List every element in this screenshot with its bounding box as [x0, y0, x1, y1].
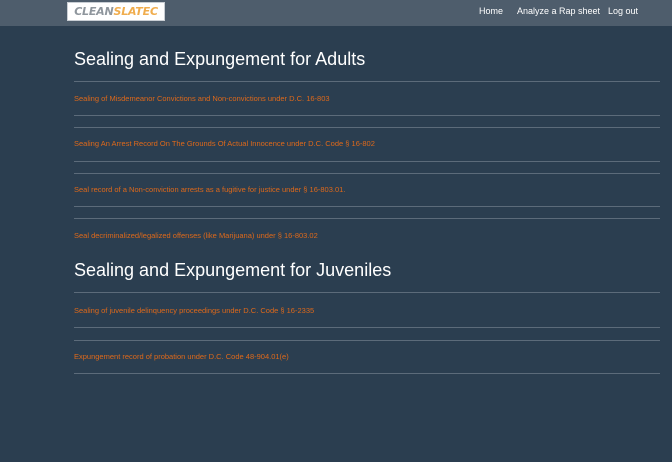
cleanslate-logo[interactable]: CLEANSLATEC	[67, 2, 165, 21]
divider	[74, 292, 660, 293]
juvenile-sealing-link-1[interactable]: Sealing of juvenile delinquency proceedi…	[74, 306, 314, 315]
divider	[74, 327, 660, 328]
nav-home-link[interactable]: Home	[479, 6, 503, 16]
nav-log-out-link[interactable]: Log out	[608, 6, 638, 16]
logo-slate-text: SLATE	[113, 5, 151, 18]
juveniles-section-title: Sealing and Expungement for Juveniles	[74, 260, 392, 280]
adult-sealing-link-2[interactable]: Sealing An Arrest Record On The Grounds …	[74, 139, 375, 148]
juvenile-expungement-link-1[interactable]: Expungement record of probation under D.…	[74, 352, 289, 361]
divider	[74, 173, 660, 174]
divider	[74, 340, 660, 341]
divider	[74, 115, 660, 116]
divider	[74, 81, 660, 82]
adult-sealing-link-1[interactable]: Sealing of Misdemeanor Convictions and N…	[74, 94, 330, 103]
logo-suffix-text: C	[149, 5, 158, 18]
divider	[74, 206, 660, 207]
divider	[74, 161, 660, 162]
nav-analyze-rap-sheet-link[interactable]: Analyze a Rap sheet	[517, 6, 600, 16]
adult-sealing-link-4[interactable]: Seal decriminalized/legalized offenses (…	[74, 231, 318, 240]
adult-sealing-link-3[interactable]: Seal record of a Non-conviction arrests …	[74, 185, 345, 194]
adults-section-title: Sealing and Expungement for Adults	[74, 49, 366, 69]
logo-clean-text: CLEAN	[74, 5, 114, 18]
divider	[74, 373, 660, 374]
navbar: CLEANSLATEC Home Analyze a Rap sheet Log…	[0, 0, 672, 26]
divider	[74, 218, 660, 219]
divider	[74, 127, 660, 128]
